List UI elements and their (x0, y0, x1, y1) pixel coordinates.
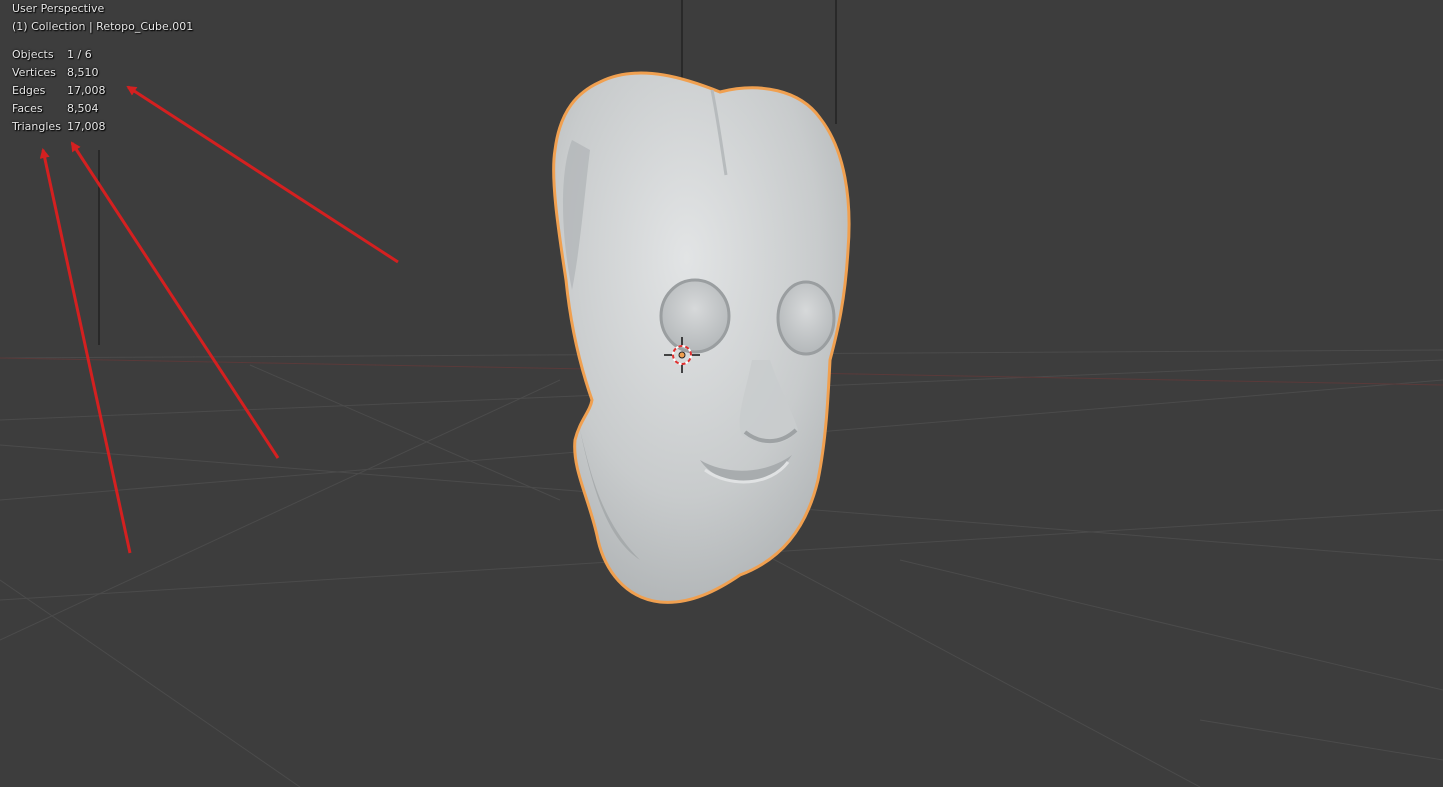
viewport-scene[interactable] (0, 0, 1443, 787)
left-eye (659, 278, 731, 354)
object-origin-icon (678, 351, 686, 359)
right-eye (776, 280, 836, 356)
head-mesh[interactable] (552, 71, 851, 604)
3d-viewport[interactable]: User Perspective (1) Collection | Retopo… (0, 0, 1443, 787)
arrow-to-triangles-value (70, 141, 280, 459)
arrow-to-vertices (126, 85, 399, 264)
annotation-arrows (39, 85, 399, 554)
